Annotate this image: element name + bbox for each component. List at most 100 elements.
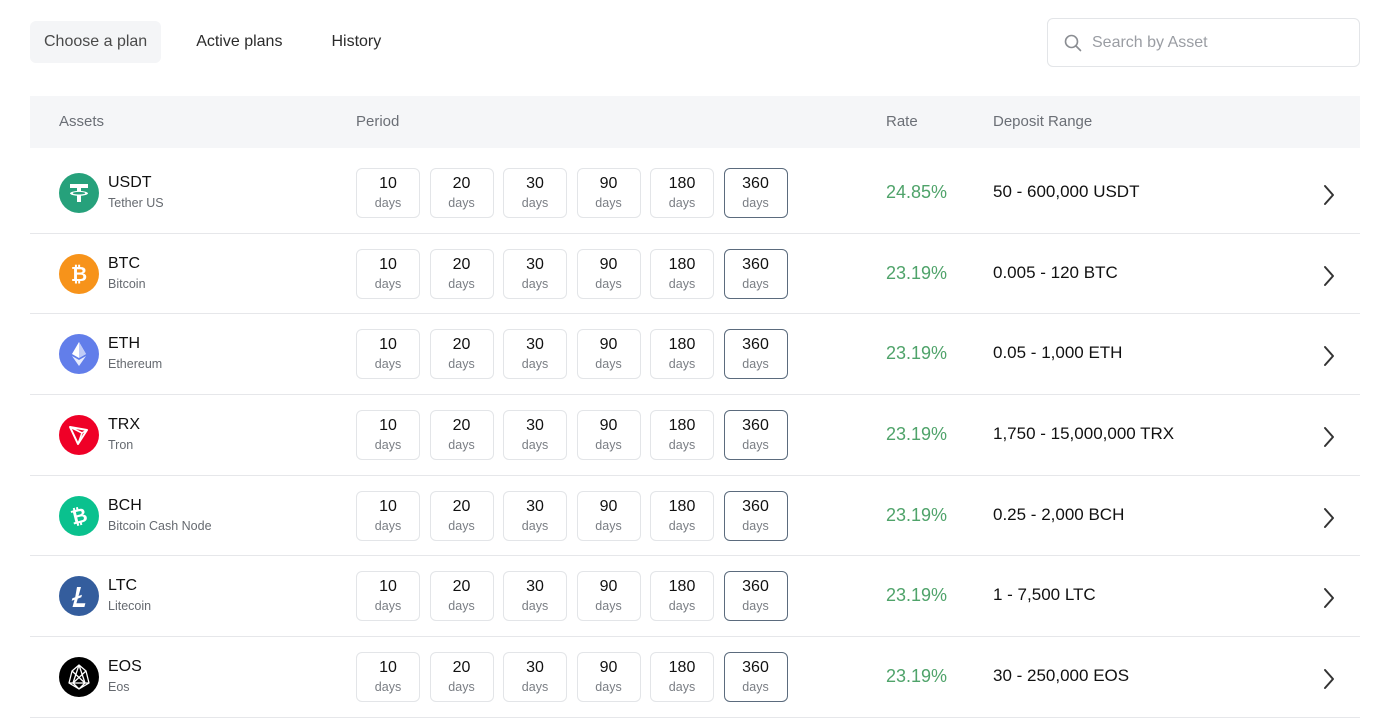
period-option-30[interactable]: 30 days [503,248,567,299]
period-option-90[interactable]: 90 days [576,490,641,541]
period-option-180[interactable]: 180 days [650,168,714,218]
table-row[interactable]: ₿ BCH Bitcoin Cash Node 10 days 20 days … [30,476,1360,557]
period-unit: days [595,357,622,372]
period-unit: days [668,680,696,695]
period-option-20[interactable]: 20 days [429,248,494,299]
period-unit: days [521,357,549,372]
period-option-180[interactable]: 180 days [650,410,714,461]
asset-name: Bitcoin [108,276,146,291]
period-option-360[interactable]: 360 days [723,410,788,461]
period-unit: days [521,438,549,453]
period-option-10[interactable]: 10 days [356,571,420,622]
period-option-360[interactable]: 360 days [723,490,788,541]
period-unit: days [742,680,769,695]
table-row[interactable]: ETH Ethereum 10 days 20 days 30 days 90 … [30,314,1360,396]
period-option-90[interactable]: 90 days [576,248,641,299]
period-option-360[interactable]: 360 days [723,168,788,218]
period-unit: days [521,196,549,210]
search-box[interactable] [1047,18,1360,67]
period-value: 30 [526,175,544,192]
period-unit: days [448,438,475,453]
period-value: 360 [742,255,769,273]
tron-icon [59,415,99,456]
period-value: 180 [668,255,696,273]
period-unit: days [668,276,696,291]
period-value: 10 [379,417,397,435]
period-value: 90 [599,659,618,677]
chevron-right-icon[interactable] [1322,425,1336,449]
period-option-180[interactable]: 180 days [650,329,714,380]
period-option-360[interactable]: 360 days [723,248,788,299]
rate-value: 23.19% [886,585,948,606]
period-unit: days [448,680,475,695]
table-row[interactable]: EOS Eos 10 days 20 days 30 days 90 days … [30,637,1360,718]
period-option-30[interactable]: 30 days [503,652,567,703]
chevron-right-icon[interactable] [1322,264,1336,288]
period-option-10[interactable]: 10 days [356,329,420,380]
period-unit: days [448,357,475,372]
table-row[interactable]: USDT Tether US 10 days 20 days 30 days 9… [30,153,1360,234]
chevron-right-icon[interactable] [1322,344,1336,368]
period-option-90[interactable]: 90 days [576,329,641,380]
period-option-180[interactable]: 180 days [650,652,714,703]
table-row[interactable]: TRX Tron 10 days 20 days 30 days 90 days… [30,395,1360,476]
period-option-180[interactable]: 180 days [650,571,714,622]
tab-choose-a-plan[interactable]: Choose a plan [30,21,162,63]
period-unit: days [374,276,402,291]
period-unit: days [742,196,769,210]
period-option-10[interactable]: 10 days [356,248,420,299]
tab-history[interactable]: History [317,21,395,63]
chevron-right-icon[interactable] [1322,667,1336,691]
period-options: 10 days 20 days 30 days 90 days 180 days… [356,571,797,622]
period-option-360[interactable]: 360 days [723,571,788,622]
period-option-30[interactable]: 30 days [503,329,567,380]
period-option-30[interactable]: 30 days [503,410,567,461]
period-option-10[interactable]: 10 days [356,490,420,541]
period-option-30[interactable]: 30 days [503,168,567,218]
search-input[interactable] [1092,33,1332,52]
period-option-20[interactable]: 20 days [429,490,494,541]
period-option-30[interactable]: 30 days [503,571,567,622]
table-row[interactable]: LTC Litecoin 10 days 20 days 30 days 90 … [30,556,1360,638]
period-option-90[interactable]: 90 days [576,410,641,461]
bitcoin-cash-icon: ₿ [59,495,99,536]
period-value: 20 [452,336,471,354]
deposit-range: 1,750 - 15,000,000 TRX [993,424,1175,444]
period-option-180[interactable]: 180 days [650,248,714,299]
period-unit: days [448,599,475,614]
period-option-180[interactable]: 180 days [650,490,714,541]
litecoin-icon [59,576,99,617]
period-option-20[interactable]: 20 days [429,410,494,461]
period-option-20[interactable]: 20 days [429,652,494,703]
period-option-20[interactable]: 20 days [429,168,494,218]
period-unit: days [374,438,402,453]
period-value: 180 [668,497,696,515]
period-option-10[interactable]: 10 days [356,652,420,703]
table-header: Assets Period Rate Deposit Range [30,96,1360,148]
tab-active-plans[interactable]: Active plans [182,21,296,63]
rate-value: 23.19% [886,666,948,687]
period-option-30[interactable]: 30 days [503,490,567,541]
period-unit: days [448,196,475,210]
chevron-right-icon[interactable] [1322,506,1336,530]
period-value: 360 [742,659,769,677]
asset-name: Tether US [108,196,164,210]
period-option-10[interactable]: 10 days [356,168,420,218]
table-row[interactable]: ₿ BTC Bitcoin 10 days 20 days 30 days 90… [30,234,1360,315]
period-unit: days [668,599,696,614]
period-unit: days [448,276,475,291]
period-option-10[interactable]: 10 days [356,410,420,461]
period-option-90[interactable]: 90 days [576,652,641,703]
period-value: 180 [668,578,696,596]
period-options: 10 days 20 days 30 days 90 days 180 days… [356,652,797,703]
period-option-20[interactable]: 20 days [429,329,494,380]
chevron-right-icon[interactable] [1322,183,1336,207]
asset-symbol: BCH [108,496,142,514]
asset-name: Litecoin [108,599,152,614]
period-option-20[interactable]: 20 days [429,571,494,622]
period-option-360[interactable]: 360 days [723,652,788,703]
period-option-90[interactable]: 90 days [576,168,641,218]
period-option-360[interactable]: 360 days [723,329,788,380]
chevron-right-icon[interactable] [1322,586,1336,610]
period-option-90[interactable]: 90 days [576,571,641,622]
